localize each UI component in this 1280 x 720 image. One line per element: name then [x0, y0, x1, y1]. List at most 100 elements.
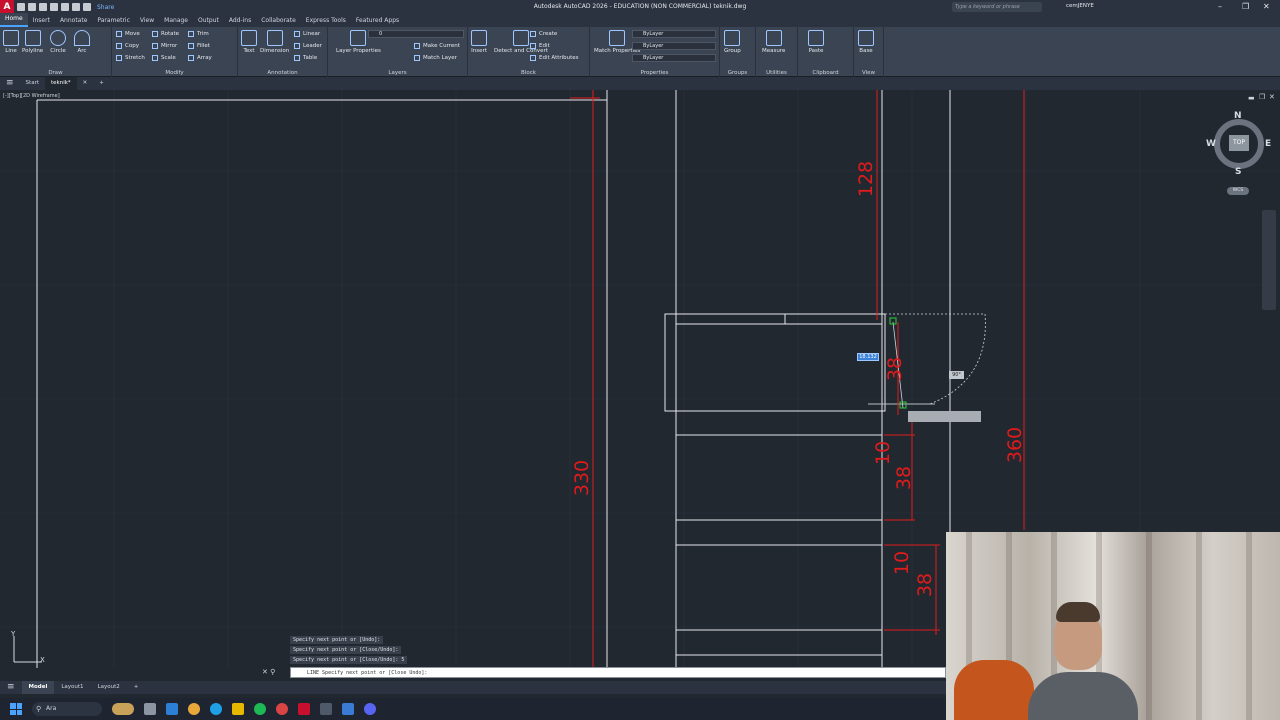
- tab-view[interactable]: View: [135, 15, 159, 27]
- rotate-tool[interactable]: Rotate: [152, 31, 179, 37]
- edit-block-tool[interactable]: Edit: [530, 43, 550, 49]
- annotation-panel-title[interactable]: Annotation: [238, 70, 327, 76]
- leader-tool[interactable]: Leader: [294, 43, 322, 49]
- close-icon[interactable]: ✕: [1263, 2, 1270, 11]
- layout-menu-icon[interactable]: ≡: [0, 681, 22, 694]
- copy-tool[interactable]: Copy: [116, 43, 139, 49]
- vscode-icon[interactable]: [320, 703, 332, 715]
- viewport-close-icon[interactable]: ✕: [1269, 93, 1275, 101]
- windows-start-icon[interactable]: [10, 703, 22, 715]
- edge-icon[interactable]: [210, 703, 222, 715]
- arc-tool[interactable]: Arc: [74, 30, 90, 54]
- viewport-minimize-icon[interactable]: ▬: [1248, 94, 1255, 102]
- autocad-logo-icon[interactable]: A: [0, 0, 14, 14]
- dimension-tool[interactable]: Dimension: [260, 30, 289, 54]
- command-line-close-icon[interactable]: ✕ ⚲: [262, 668, 275, 676]
- utilities-panel-title[interactable]: Utilities: [756, 70, 797, 76]
- user-account[interactable]: cemJENYE: [1066, 3, 1094, 9]
- viewcube[interactable]: N S E W TOP: [1204, 110, 1274, 180]
- move-tool[interactable]: Move: [116, 31, 140, 37]
- tab-featured-apps[interactable]: Featured Apps: [351, 15, 404, 27]
- new-tab-icon[interactable]: +: [93, 77, 110, 90]
- clipboard-panel-title[interactable]: Clipboard: [798, 70, 853, 76]
- line-tool[interactable]: Line: [3, 30, 19, 54]
- compass-west[interactable]: W: [1206, 139, 1216, 149]
- restore-icon[interactable]: ❐: [1242, 2, 1249, 11]
- tab-express-tools[interactable]: Express Tools: [301, 15, 351, 27]
- compass-north[interactable]: N: [1234, 111, 1242, 121]
- files-icon[interactable]: [342, 703, 354, 715]
- print-icon[interactable]: [61, 3, 69, 11]
- command-line-input[interactable]: LINE Specify next point or [Close Undo]:: [290, 667, 946, 678]
- widget-icon[interactable]: [112, 703, 134, 715]
- file-tab-teknik[interactable]: teknik*: [44, 77, 77, 90]
- navigation-bar[interactable]: [1262, 210, 1276, 310]
- text-tool[interactable]: Text: [241, 30, 257, 54]
- modify-panel-title[interactable]: Modify: [112, 70, 237, 76]
- new-file-icon[interactable]: [17, 3, 25, 11]
- help-search-input[interactable]: Type a keyword or phrase: [952, 2, 1042, 12]
- undo-icon[interactable]: [72, 3, 80, 11]
- circle-tool[interactable]: Circle: [50, 30, 66, 54]
- trim-tool[interactable]: Trim: [188, 31, 209, 37]
- array-tool[interactable]: Array: [188, 55, 212, 61]
- viewport-restore-icon[interactable]: ❐: [1259, 93, 1265, 101]
- wcs-menu[interactable]: WCS: [1227, 187, 1249, 195]
- tab-output[interactable]: Output: [193, 15, 224, 27]
- discord-icon[interactable]: [364, 703, 376, 715]
- scale-tool[interactable]: Scale: [152, 55, 176, 61]
- app-menu-icon[interactable]: ≡: [0, 77, 20, 90]
- tab-parametric[interactable]: Parametric: [92, 15, 135, 27]
- layout-tab-layout2[interactable]: Layout2: [91, 681, 127, 694]
- tab-insert[interactable]: Insert: [28, 15, 55, 27]
- taskbar-search-input[interactable]: ⚲ Ara: [32, 702, 102, 716]
- linear-tool[interactable]: Linear: [294, 31, 320, 37]
- add-layout-icon[interactable]: +: [127, 681, 146, 694]
- insert-tool[interactable]: Insert: [471, 30, 487, 54]
- stretch-tool[interactable]: Stretch: [116, 55, 145, 61]
- compass-south[interactable]: S: [1235, 167, 1241, 177]
- view-panel-title[interactable]: View: [854, 70, 883, 76]
- compass-east[interactable]: E: [1265, 139, 1271, 149]
- task-view-icon[interactable]: [144, 703, 156, 715]
- layer-dropdown[interactable]: 0: [368, 30, 464, 38]
- tab-collaborate[interactable]: Collaborate: [256, 15, 301, 27]
- layout-tab-layout1[interactable]: Layout1: [54, 681, 90, 694]
- mirror-tool[interactable]: Mirror: [152, 43, 177, 49]
- save-as-icon[interactable]: [50, 3, 58, 11]
- autocad-taskbar-icon[interactable]: [298, 703, 310, 715]
- layout-tab-model[interactable]: Model: [21, 681, 55, 694]
- base-tool[interactable]: Base: [858, 30, 874, 54]
- lineweight-dropdown[interactable]: ByLayer: [632, 54, 716, 62]
- create-block-tool[interactable]: Create: [530, 31, 557, 37]
- properties-panel-title[interactable]: Properties: [590, 70, 719, 76]
- layers-panel-title[interactable]: Layers: [328, 70, 467, 76]
- draw-panel-title[interactable]: Draw: [0, 70, 111, 76]
- chrome-icon[interactable]: [188, 703, 200, 715]
- folder-icon[interactable]: [232, 703, 244, 715]
- tab-home[interactable]: Home: [0, 13, 28, 27]
- paste-tool[interactable]: Paste: [808, 30, 824, 54]
- tab-add-ins[interactable]: Add-ins: [224, 15, 256, 27]
- tab-annotate[interactable]: Annotate: [55, 15, 92, 27]
- fillet-tool[interactable]: Fillet: [188, 43, 210, 49]
- share-button[interactable]: Share: [97, 4, 114, 11]
- open-file-icon[interactable]: [28, 3, 36, 11]
- viewcube-top-face[interactable]: TOP: [1229, 135, 1249, 151]
- viewport-controls[interactable]: [-][Top][2D Wireframe]: [3, 93, 60, 99]
- linetype-dropdown[interactable]: ByLayer: [632, 42, 716, 50]
- tab-manage[interactable]: Manage: [159, 15, 193, 27]
- explorer-icon[interactable]: [166, 703, 178, 715]
- redo-icon[interactable]: [83, 3, 91, 11]
- edit-attributes-tool[interactable]: Edit Attributes: [530, 55, 579, 61]
- match-layer-tool[interactable]: Match Layer: [414, 55, 457, 61]
- groups-panel-title[interactable]: Groups: [720, 70, 755, 76]
- save-icon[interactable]: [39, 3, 47, 11]
- minimize-icon[interactable]: –: [1218, 2, 1222, 11]
- make-current-tool[interactable]: Make Current: [414, 43, 460, 49]
- block-panel-title[interactable]: Block: [468, 70, 589, 76]
- dynamic-input-field[interactable]: 18.132: [857, 353, 879, 361]
- measure-tool[interactable]: Measure: [762, 30, 785, 54]
- close-tab-icon[interactable]: ✕: [77, 77, 94, 90]
- app-icon[interactable]: [276, 703, 288, 715]
